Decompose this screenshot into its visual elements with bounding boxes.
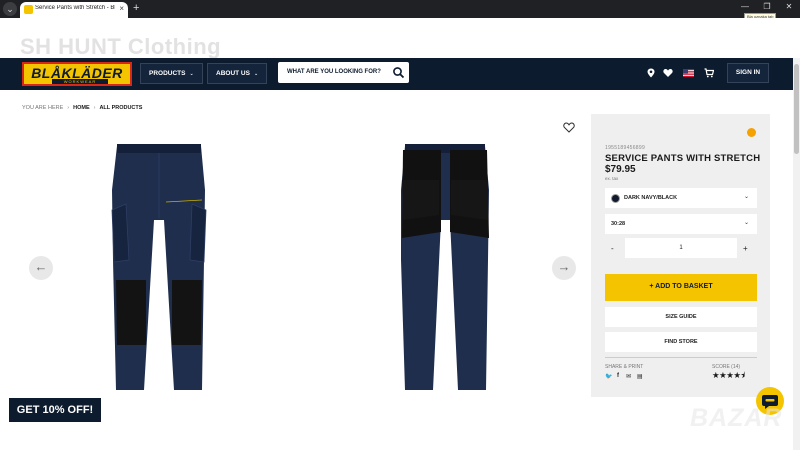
color-value: DARK NAVY/BLACK	[624, 195, 678, 201]
tab-search-icon[interactable]: ⌄	[3, 2, 17, 16]
color-swatch	[611, 194, 620, 203]
breadcrumb-home[interactable]: HOME	[73, 105, 90, 111]
chevron-right-icon: ›	[67, 105, 70, 111]
maximize-button[interactable]: ❐	[758, 2, 776, 11]
browser-tab-bar: ⌄ Service Pants with Stretch - Blåk × + …	[0, 0, 800, 20]
wishlist-heart-icon[interactable]	[563, 122, 575, 133]
quantity-increase-button[interactable]: +	[743, 244, 748, 253]
quantity-value: 1	[679, 245, 683, 251]
flag-us-icon[interactable]	[683, 69, 694, 77]
scrollbar-thumb[interactable]	[794, 64, 799, 154]
rating-stars: ★★★★⯨	[712, 370, 745, 380]
sign-in-button[interactable]: SIGN IN	[727, 63, 769, 83]
breadcrumb-prefix: YOU ARE HERE	[22, 105, 64, 111]
stock-status-badge	[747, 128, 756, 137]
brand-logo[interactable]: BLÅKLÄDER WORKWEAR	[22, 62, 132, 86]
breadcrumb-current[interactable]: ALL PRODUCTS	[99, 105, 142, 111]
gallery-prev-button[interactable]: ←	[29, 256, 53, 280]
cart-icon[interactable]	[704, 68, 714, 78]
arrow-right-icon: →	[557, 259, 571, 274]
size-guide-button[interactable]: SIZE GUIDE	[605, 307, 757, 327]
nav-products-label: PRODUCTS	[149, 70, 186, 77]
twitter-icon[interactable]: 🐦	[605, 373, 612, 380]
breadcrumb: YOU ARE HERE › HOME › ALL PRODUCTS	[22, 105, 142, 111]
new-tab-button[interactable]: +	[133, 2, 139, 14]
find-store-button[interactable]: FIND STORE	[605, 332, 757, 352]
color-select[interactable]: DARK NAVY/BLACK ⌄	[605, 188, 757, 208]
chevron-down-icon: ⌄	[743, 194, 749, 200]
mail-icon[interactable]: ✉	[626, 373, 631, 380]
product-sku: 1955189456899	[605, 145, 646, 151]
size-select[interactable]: 30:28 ⌄	[605, 214, 757, 234]
site-name: SH HUNT Clothing	[20, 34, 222, 59]
page-scrollbar[interactable]	[793, 58, 800, 450]
tab-title: Service Pants with Stretch - Blåk	[35, 5, 115, 11]
nav-about-button[interactable]: ABOUT US ⌄	[207, 63, 268, 84]
browser-tab[interactable]: Service Pants with Stretch - Blåk ×	[20, 2, 128, 18]
chevron-down-icon: ⌄	[253, 71, 259, 77]
search-icon[interactable]	[392, 66, 405, 79]
minimize-button[interactable]: —	[736, 2, 754, 11]
share-label: SHARE & PRINT	[605, 364, 644, 370]
discount-promo-button[interactable]: GET 10% OFF!	[9, 398, 101, 422]
divider	[605, 357, 757, 358]
add-to-basket-label: + ADD TO BASKET	[649, 283, 713, 290]
favicon-icon	[24, 5, 33, 14]
size-value: 30:28	[611, 221, 626, 227]
print-icon[interactable]: ▤	[637, 373, 643, 380]
nav-products-button[interactable]: PRODUCTS ⌄	[140, 63, 203, 84]
close-window-button[interactable]: ✕	[780, 2, 798, 11]
tab-close-icon[interactable]: ×	[119, 4, 124, 13]
nav-about-label: ABOUT US	[216, 70, 250, 77]
product-title: SERVICE PANTS WITH STRETCH	[605, 153, 761, 164]
product-panel: 1955189456899 SERVICE PANTS WITH STRETCH…	[591, 114, 770, 397]
add-to-basket-button[interactable]: + ADD TO BASKET	[605, 274, 757, 301]
location-icon[interactable]	[646, 68, 656, 78]
search-input[interactable]: WHAT ARE YOU LOOKING FOR?	[278, 62, 409, 83]
quantity-decrease-button[interactable]: -	[611, 244, 614, 253]
quantity-input[interactable]: 1	[625, 238, 737, 258]
product-image-front[interactable]	[104, 140, 214, 395]
facebook-icon[interactable]: f	[617, 373, 619, 379]
chevron-down-icon: ⌄	[189, 71, 194, 77]
arrow-left-icon: ←	[34, 259, 48, 274]
gallery-next-button[interactable]: →	[552, 256, 576, 280]
site-header-strip: SH HUNT Clothing	[0, 18, 800, 59]
heart-icon[interactable]	[663, 68, 673, 78]
product-image-back[interactable]	[393, 140, 498, 395]
search-placeholder: WHAT ARE YOU LOOKING FOR?	[287, 69, 381, 75]
logo-subtitle: WORKWEAR	[52, 79, 108, 84]
product-price: $79.95	[605, 164, 636, 175]
watermark-logo: BAZAR	[690, 404, 783, 432]
price-tax-note: ex. tax	[605, 176, 619, 181]
chevron-right-icon: ›	[93, 105, 96, 111]
chevron-down-icon: ⌄	[743, 220, 749, 226]
